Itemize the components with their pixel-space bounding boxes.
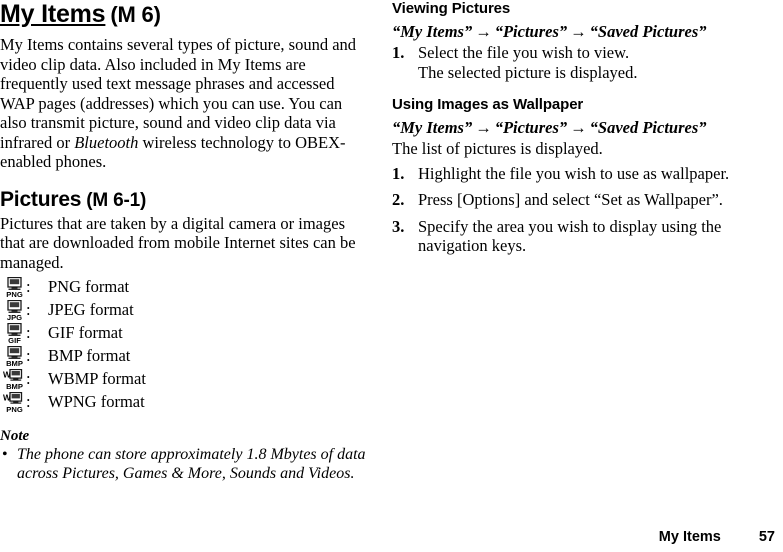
format-separator: : <box>26 369 31 388</box>
page-number: 57 <box>758 529 775 545</box>
arrow-right-icon: → <box>475 118 492 137</box>
format-separator: : <box>26 300 31 319</box>
step-result-text: The selected picture is displayed. <box>418 62 638 82</box>
breadcrumb-item-2: “Pictures” <box>494 22 568 41</box>
list-item: 3. Specify the area you wish to display u… <box>392 217 772 256</box>
format-legend-list: PNG : PNG format JPG : JPEG format GIF:… <box>0 276 372 414</box>
arrow-right-icon: → <box>570 118 587 137</box>
list-item: W BMP : WBMP format <box>0 368 372 391</box>
pictures-paragraph: Pictures that are taken by a digital cam… <box>0 213 356 272</box>
breadcrumb-item-1: “My Items” <box>392 22 473 41</box>
gif-format-icon: GIF <box>3 323 27 344</box>
format-label: BMP format <box>48 346 131 365</box>
note-text: The phone can store approximately 1.8 Mb… <box>17 446 366 482</box>
bluetooth-term: Bluetooth <box>74 132 139 152</box>
section-title-text: Pictures <box>0 187 82 211</box>
bmp-format-icon: BMP <box>3 346 27 367</box>
step-text: Highlight the file you wish to use as wa… <box>418 163 730 183</box>
svg-text:PNG: PNG <box>6 290 23 298</box>
step-number: 3. <box>392 216 405 236</box>
breadcrumb: “My Items” → “Pictures” → “Saved Pictures” <box>392 22 772 42</box>
step-text: Select the file you wish to view. <box>418 43 630 62</box>
list-item: BMP : BMP format <box>0 345 372 368</box>
format-separator: : <box>26 323 31 342</box>
list-item: W PNG : WPNG format <box>0 391 372 414</box>
step-number: 2. <box>392 190 405 209</box>
footer-content: My Items 57 <box>659 528 775 546</box>
page-footer: My Items 57 <box>0 526 783 546</box>
list-item: 1. Highlight the file you wish to use as … <box>392 164 772 184</box>
arrow-right-icon: → <box>475 22 492 41</box>
wallpaper-intro-text: The list of pictures is displayed. <box>392 139 603 158</box>
wallpaper-steps: 1. Highlight the file you wish to use as … <box>392 164 772 256</box>
section-menu-code: (M 6-1) <box>86 189 147 211</box>
manual-page: My Items (M 6) My Items contains several … <box>0 0 783 552</box>
format-separator: : <box>26 392 31 411</box>
svg-text:JPG: JPG <box>7 313 22 321</box>
note-block: Note • The phone can store approximately … <box>0 428 372 483</box>
list-item: PNG : PNG format <box>0 276 372 299</box>
page-title: My Items (M 6) <box>0 0 372 29</box>
list-item: JPG : JPEG format <box>0 299 372 322</box>
step-text: Press [Options] and select “Set as Wallp… <box>418 190 723 209</box>
viewing-pictures-steps: 1. Select the file you wish to view. <box>392 43 772 63</box>
breadcrumb-item-2: “Pictures” <box>494 118 568 137</box>
list-item: GIF : GIF format <box>0 322 372 345</box>
breadcrumb-item-1: “My Items” <box>392 118 473 137</box>
note-item: • The phone can store approximately 1.8 M… <box>0 446 372 483</box>
svg-text:BMP: BMP <box>6 382 23 390</box>
format-label: JPEG format <box>48 300 134 319</box>
step-number: 1. <box>392 43 405 62</box>
format-label: GIF format <box>48 323 123 342</box>
subsection-title-viewing-pictures: Viewing Pictures <box>392 0 511 17</box>
list-item: 1. Select the file you wish to view. <box>392 43 772 63</box>
arrow-right-icon: → <box>570 22 587 41</box>
breadcrumb-item-3: “Saved Pictures” <box>589 22 707 41</box>
wpng-format-icon: W PNG <box>3 392 27 413</box>
format-separator: : <box>26 277 31 296</box>
step-number: 1. <box>392 163 405 183</box>
list-item: 2. Press [Options] and select “Set as Wal… <box>392 190 772 210</box>
format-separator: : <box>26 346 31 365</box>
subsection-title-using-images-as-wallpaper: Using Images as Wallpaper <box>392 96 584 113</box>
step-text: Specify the area you wish to display usi… <box>418 216 722 256</box>
jpeg-format-icon: JPG <box>3 300 27 321</box>
format-label: WBMP format <box>48 369 146 388</box>
footer-chapter-name: My Items <box>658 529 721 545</box>
breadcrumb-item-3: “Saved Pictures” <box>589 118 707 137</box>
section-title-pictures: Pictures (M 6-1) <box>0 188 372 213</box>
format-label: WPNG format <box>48 392 145 411</box>
wbmp-format-icon: W BMP <box>3 369 27 390</box>
note-heading: Note <box>0 428 30 444</box>
svg-text:BMP: BMP <box>6 359 23 367</box>
chapter-menu-code: (M 6) <box>110 2 161 27</box>
intro-paragraph: My Items contains several types of pictu… <box>0 35 372 172</box>
breadcrumb: “My Items” → “Pictures” → “Saved Pictures” <box>392 118 772 138</box>
left-column: My Items (M 6) My Items contains several … <box>0 0 372 483</box>
format-label: PNG format <box>48 277 130 296</box>
svg-text:GIF: GIF <box>8 336 21 344</box>
right-column: Viewing Pictures “My Items” → “Pictures” → “… <box>392 0 772 256</box>
svg-text:PNG: PNG <box>6 405 23 413</box>
png-format-icon: PNG <box>3 277 27 298</box>
bullet-glyph: • <box>2 446 8 463</box>
chapter-title-text: My Items <box>0 0 106 28</box>
